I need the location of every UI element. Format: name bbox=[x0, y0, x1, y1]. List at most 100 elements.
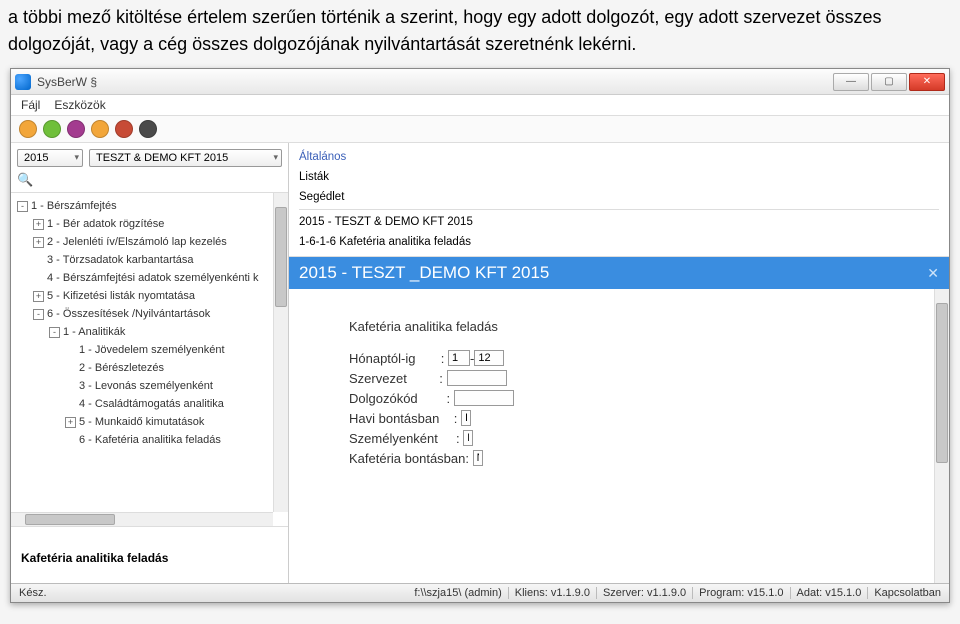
selected-node-label: Kafetéria analitika feladás bbox=[11, 527, 288, 583]
status-segment: Kliens: v1.1.9.0 bbox=[508, 587, 590, 599]
tree-item-label: 4 - Családtámogatás analitika bbox=[79, 395, 224, 413]
tree-item[interactable]: -6 - Összesítések /Nyilvántartások bbox=[13, 305, 286, 323]
form-row: Havi bontásban : bbox=[349, 408, 889, 428]
tree-item[interactable]: 4 - Családtámogatás analitika bbox=[13, 395, 286, 413]
form-label: Dolgozókód : bbox=[349, 391, 454, 406]
tree-item[interactable]: 3 - Levonás személyenként bbox=[13, 377, 286, 395]
tree-item-label: 3 - Törzsadatok karbantartása bbox=[47, 251, 194, 269]
tree-item[interactable]: -1 - Bérszámfejtés bbox=[13, 197, 286, 215]
expand-icon[interactable]: + bbox=[33, 237, 44, 248]
tree-item[interactable]: 3 - Törzsadatok karbantartása bbox=[13, 251, 286, 269]
form-label: Kafetéria bontásban: bbox=[349, 451, 473, 466]
window-title: SysBerW § bbox=[37, 75, 97, 89]
toolbar-button-5[interactable] bbox=[139, 120, 157, 138]
form-label: Hónaptól-ig : bbox=[349, 351, 448, 366]
tree-item-label: 1 - Jövedelem személyenként bbox=[79, 341, 225, 359]
form-input[interactable] bbox=[461, 410, 471, 426]
tree-item-label: 6 - Összesítések /Nyilvántartások bbox=[47, 305, 210, 323]
link-lists[interactable]: Listák bbox=[299, 167, 939, 187]
tree-item[interactable]: +5 - Munkaidő kimutatások bbox=[13, 413, 286, 431]
tree-item[interactable]: 1 - Jövedelem személyenként bbox=[13, 341, 286, 359]
collapse-icon[interactable]: - bbox=[17, 201, 28, 212]
toolbar-button-3[interactable] bbox=[91, 120, 109, 138]
search-icon[interactable]: 🔍 bbox=[17, 172, 33, 188]
tree-item[interactable]: 2 - Bérészletezés bbox=[13, 359, 286, 377]
form-title: Kafetéria analitika feladás bbox=[349, 319, 889, 334]
toolbar-button-2[interactable] bbox=[67, 120, 85, 138]
form-input[interactable] bbox=[474, 350, 504, 366]
tree-item[interactable]: 4 - Bérszámfejtési adatok személyenkénti… bbox=[13, 269, 286, 287]
maximize-button[interactable]: ▢ bbox=[871, 73, 907, 91]
titlebar: SysBerW § — ▢ ✕ bbox=[11, 69, 949, 95]
expand-icon[interactable]: + bbox=[33, 291, 44, 302]
toolbar bbox=[11, 116, 949, 143]
form-row: Kafetéria bontásban: bbox=[349, 448, 889, 468]
menubar: Fájl Eszközök bbox=[11, 95, 949, 116]
tree-item-label: 3 - Levonás személyenként bbox=[79, 377, 213, 395]
tree-item[interactable]: +2 - Jelenléti ív/Elszámoló lap kezelés bbox=[13, 233, 286, 251]
link-help[interactable]: Segédlet bbox=[299, 187, 939, 207]
tree-container: -1 - Bérszámfejtés+1 - Bér adatok rögzít… bbox=[11, 192, 288, 527]
form-label: Havi bontásban : bbox=[349, 411, 461, 426]
tree-item-label: 2 - Jelenléti ív/Elszámoló lap kezelés bbox=[47, 233, 227, 251]
toolbar-button-1[interactable] bbox=[43, 120, 61, 138]
toolbar-button-0[interactable] bbox=[19, 120, 37, 138]
navigation-tree: -1 - Bérszámfejtés+1 - Bér adatok rögzít… bbox=[13, 197, 286, 449]
tree-item-label: 2 - Bérészletezés bbox=[79, 359, 164, 377]
tree-item-label: 1 - Analitikák bbox=[63, 323, 125, 341]
app-icon bbox=[15, 74, 31, 90]
form-label: Szervezet : bbox=[349, 371, 447, 386]
tree-item[interactable]: -1 - Analitikák bbox=[13, 323, 286, 341]
company-select[interactable]: TESZT & DEMO KFT 2015 bbox=[89, 149, 282, 167]
statusbar: Kész. f:\\szja15\ (admin) Kliens: v1.1.9.… bbox=[11, 583, 949, 602]
breadcrumb-path: 1-6-1-6 Kafetéria analitika feladás bbox=[299, 232, 939, 252]
status-segment: Kapcsolatban bbox=[867, 587, 941, 599]
breadcrumb-company: 2015 - TESZT & DEMO KFT 2015 bbox=[299, 212, 939, 232]
right-panel: Általános Listák Segédlet 2015 - TESZT &… bbox=[289, 143, 949, 583]
form-row: Személyenként : bbox=[349, 428, 889, 448]
form-label: Személyenként : bbox=[349, 431, 463, 446]
minimize-button[interactable]: — bbox=[833, 73, 869, 91]
content-titlebar: 2015 - TESZT _DEMO KFT 2015 ✕ bbox=[289, 257, 949, 289]
status-segment: Adat: v15.1.0 bbox=[790, 587, 862, 599]
collapse-icon[interactable]: - bbox=[33, 309, 44, 320]
content-title: 2015 - TESZT _DEMO KFT 2015 bbox=[299, 263, 549, 283]
expand-icon[interactable]: + bbox=[33, 219, 44, 230]
form-input[interactable] bbox=[448, 350, 470, 366]
toolbar-button-4[interactable] bbox=[115, 120, 133, 138]
menu-tools[interactable]: Eszközök bbox=[54, 98, 105, 112]
main-area: 2015 TESZT & DEMO KFT 2015 🔍 -1 - Bérszá… bbox=[11, 143, 949, 583]
form-input[interactable] bbox=[454, 390, 514, 406]
form-input[interactable] bbox=[463, 430, 473, 446]
form-row: Hónaptól-ig : - bbox=[349, 348, 889, 368]
breadcrumb-area: Általános Listák Segédlet 2015 - TESZT &… bbox=[289, 143, 949, 257]
form-input[interactable] bbox=[473, 450, 483, 466]
status-segment: Program: v15.1.0 bbox=[692, 587, 783, 599]
tree-item-label: 1 - Bér adatok rögzítése bbox=[47, 215, 164, 233]
tree-vscrollbar[interactable] bbox=[273, 193, 288, 512]
content-close-icon[interactable]: ✕ bbox=[927, 265, 939, 282]
expand-icon[interactable]: + bbox=[65, 417, 76, 428]
tree-hscrollbar[interactable] bbox=[11, 512, 273, 526]
status-left: Kész. bbox=[19, 587, 47, 599]
year-select[interactable]: 2015 bbox=[17, 149, 83, 167]
left-panel: 2015 TESZT & DEMO KFT 2015 🔍 -1 - Bérszá… bbox=[11, 143, 289, 583]
close-button[interactable]: ✕ bbox=[909, 73, 945, 91]
tree-item[interactable]: +1 - Bér adatok rögzítése bbox=[13, 215, 286, 233]
tree-item-label: 5 - Munkaidő kimutatások bbox=[79, 413, 204, 431]
status-segment: f:\\szja15\ (admin) bbox=[414, 587, 501, 599]
form-row: Dolgozókód : bbox=[349, 388, 889, 408]
link-general[interactable]: Általános bbox=[299, 147, 939, 167]
form-area: Kafetéria analitika feladás Hónaptól-ig … bbox=[289, 289, 949, 583]
collapse-icon[interactable]: - bbox=[49, 327, 60, 338]
tree-item-label: 4 - Bérszámfejtési adatok személyenkénti… bbox=[47, 269, 259, 287]
form-input[interactable] bbox=[447, 370, 507, 386]
status-segment: Szerver: v1.1.9.0 bbox=[596, 587, 686, 599]
tree-item[interactable]: +5 - Kifizetési listák nyomtatása bbox=[13, 287, 286, 305]
tree-item-label: 1 - Bérszámfejtés bbox=[31, 197, 117, 215]
tree-item[interactable]: 6 - Kafetéria analitika feladás bbox=[13, 431, 286, 449]
menu-file[interactable]: Fájl bbox=[21, 98, 40, 112]
window-controls: — ▢ ✕ bbox=[833, 73, 945, 91]
application-window: SysBerW § — ▢ ✕ Fájl Eszközök 2015 TESZT… bbox=[10, 68, 950, 603]
content-vscrollbar[interactable] bbox=[934, 289, 949, 583]
